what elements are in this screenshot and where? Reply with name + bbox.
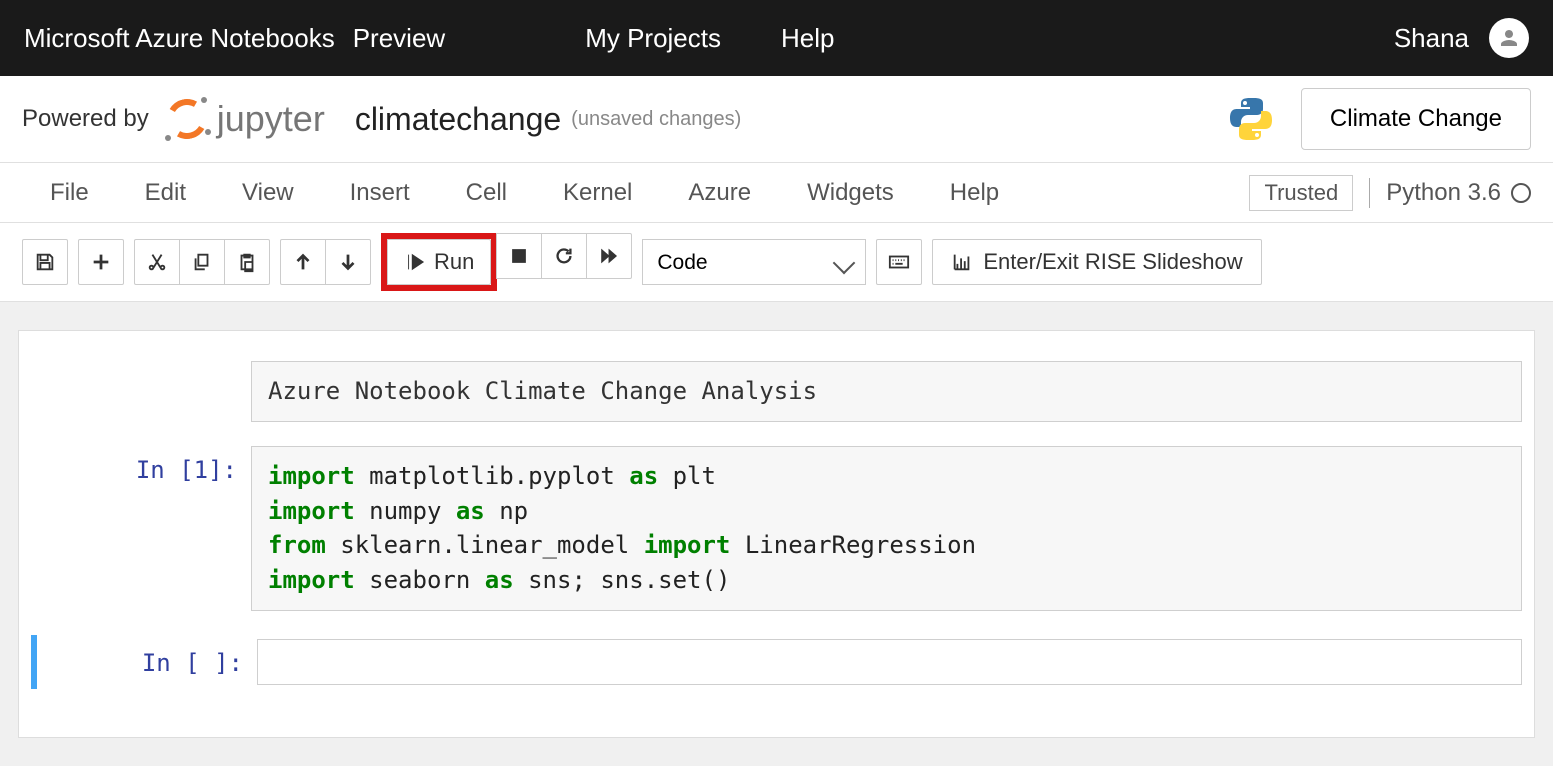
menu-azure[interactable]: Azure xyxy=(660,169,779,217)
copy-button[interactable] xyxy=(179,239,225,285)
azure-top-bar: Microsoft Azure Notebooks Preview My Pro… xyxy=(0,0,1553,76)
cell-type-select-wrap: Code xyxy=(642,239,866,285)
save-button[interactable] xyxy=(22,239,68,285)
restart-run-all-button[interactable] xyxy=(586,233,632,279)
run-icon xyxy=(404,251,426,273)
save-icon xyxy=(34,251,56,273)
raw-cell-content[interactable]: Azure Notebook Climate Change Analysis xyxy=(251,361,1522,422)
code-cell[interactable]: In [1]: import matplotlib.pyplot as plti… xyxy=(31,446,1522,611)
rise-label: Enter/Exit RISE Slideshow xyxy=(983,249,1242,275)
brand-label: Microsoft Azure Notebooks xyxy=(24,23,335,54)
add-cell-button[interactable] xyxy=(78,239,124,285)
bar-chart-icon xyxy=(951,251,973,273)
trusted-badge[interactable]: Trusted xyxy=(1249,175,1353,211)
stop-icon xyxy=(508,245,530,267)
paste-icon xyxy=(236,251,258,273)
rise-slideshow-button[interactable]: Enter/Exit RISE Slideshow xyxy=(932,239,1261,285)
nav-help[interactable]: Help xyxy=(781,23,834,54)
menu-bar: File Edit View Insert Cell Kernel Azure … xyxy=(0,163,1553,223)
notebook-header: Powered by jupyter climatechange (unsave… xyxy=(0,76,1553,163)
menu-insert[interactable]: Insert xyxy=(322,169,438,217)
cut-button[interactable] xyxy=(134,239,180,285)
arrow-up-icon xyxy=(292,251,314,273)
top-nav: My Projects Help xyxy=(585,23,834,54)
move-down-button[interactable] xyxy=(325,239,371,285)
notebook-name[interactable]: climatechange xyxy=(355,101,561,138)
paste-button[interactable] xyxy=(224,239,270,285)
move-up-button[interactable] xyxy=(280,239,326,285)
menu-help[interactable]: Help xyxy=(922,169,1027,217)
copy-icon xyxy=(191,251,213,273)
run-button[interactable]: Run xyxy=(387,239,491,285)
user-name[interactable]: Shana xyxy=(1394,23,1469,54)
project-button[interactable]: Climate Change xyxy=(1301,88,1531,150)
plus-icon xyxy=(90,251,112,273)
user-avatar[interactable] xyxy=(1489,18,1529,58)
code-cell-content[interactable] xyxy=(257,639,1522,685)
code-cell-active[interactable]: In [ ]: xyxy=(31,635,1522,689)
python-icon xyxy=(1227,95,1275,143)
jupyter-text: jupyter xyxy=(217,98,325,140)
notebook-scroll-area[interactable]: Azure Notebook Climate Change Analysis I… xyxy=(0,302,1553,766)
cell-prompt: In [1]: xyxy=(31,446,251,611)
kernel-name[interactable]: Python 3.6 xyxy=(1386,179,1501,207)
unsaved-label: (unsaved changes) xyxy=(571,108,741,131)
raw-cell[interactable]: Azure Notebook Climate Change Analysis xyxy=(31,361,1522,422)
menu-view[interactable]: View xyxy=(214,169,322,217)
restart-button[interactable] xyxy=(541,233,587,279)
toolbar: Run Code Enter/Exit RISE Slideshow xyxy=(0,223,1553,302)
powered-by-label: Powered by xyxy=(22,105,149,133)
preview-label: Preview xyxy=(353,23,445,54)
keyboard-icon xyxy=(888,251,910,273)
menu-widgets[interactable]: Widgets xyxy=(779,169,922,217)
nav-my-projects[interactable]: My Projects xyxy=(585,23,721,54)
command-palette-button[interactable] xyxy=(876,239,922,285)
person-icon xyxy=(1497,26,1521,50)
code-cell-content[interactable]: import matplotlib.pyplot as pltimport nu… xyxy=(251,446,1522,611)
kernel-indicator-icon[interactable] xyxy=(1511,183,1531,203)
menu-edit[interactable]: Edit xyxy=(117,169,214,217)
arrow-down-icon xyxy=(337,251,359,273)
fast-forward-icon xyxy=(598,245,620,267)
run-label: Run xyxy=(434,249,474,275)
scissors-icon xyxy=(146,251,168,273)
restart-icon xyxy=(553,245,575,267)
menu-kernel[interactable]: Kernel xyxy=(535,169,660,217)
menu-cell[interactable]: Cell xyxy=(438,169,535,217)
run-button-highlight: Run xyxy=(381,233,497,291)
stop-button[interactable] xyxy=(496,233,542,279)
cell-prompt: In [ ]: xyxy=(37,639,257,685)
cell-prompt xyxy=(31,361,251,422)
separator xyxy=(1369,178,1370,208)
cell-type-select[interactable]: Code xyxy=(642,239,866,285)
menu-file[interactable]: File xyxy=(22,169,117,217)
jupyter-logo: jupyter xyxy=(163,95,325,143)
jupyter-icon xyxy=(163,95,211,143)
notebook-container: Azure Notebook Climate Change Analysis I… xyxy=(18,330,1535,738)
